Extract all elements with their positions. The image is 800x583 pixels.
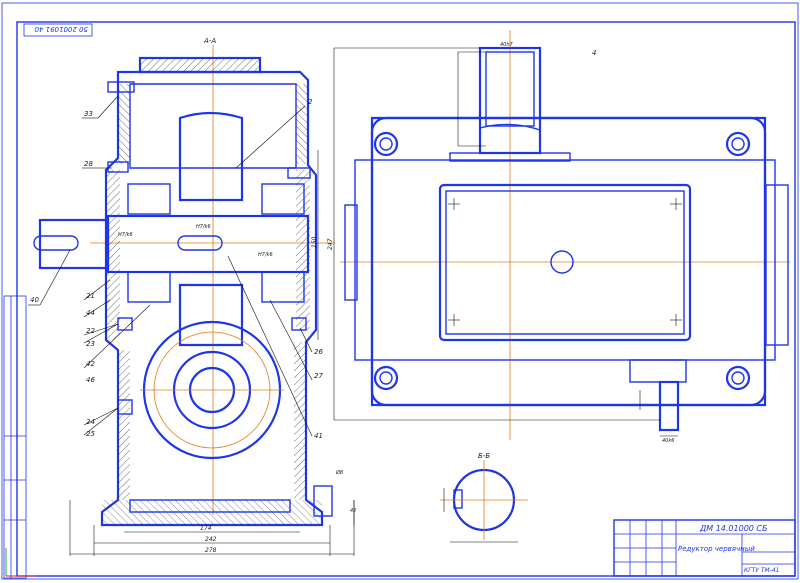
- part-number-24: 24: [86, 418, 95, 426]
- part-number-41: 41: [314, 432, 323, 440]
- part-number-25: 25: [86, 430, 95, 438]
- part-number-46: 46: [86, 376, 95, 384]
- dim-height-main: 247: [327, 238, 334, 250]
- title-name: Редуктор червячный: [678, 545, 755, 553]
- dim-width-3: 278: [205, 547, 217, 554]
- assembly-drawing-sheet: 50 2001091 40 А-А H7/k6 H7/k6 H7/k6 33 2…: [1, 2, 799, 580]
- axis-marker: [5, 548, 36, 577]
- title-block: ДМ 14.01000 СБ Редуктор червячный КГТУ Т…: [613, 519, 796, 577]
- sheet-frame-inner: [16, 21, 796, 577]
- fit-label-1: H7/k6: [118, 232, 133, 238]
- part-number-40: 40: [30, 296, 39, 304]
- dim-shaft-top: 40h7: [500, 42, 514, 48]
- part-number-22: 22: [86, 327, 95, 335]
- part-number-28: 28: [84, 160, 93, 168]
- section-b-view: Б-Б: [440, 452, 528, 543]
- title-code: ДМ 14.01000 СБ: [699, 524, 768, 533]
- part-number-26: 26: [314, 348, 323, 356]
- part-number-27: 27: [314, 372, 323, 380]
- dim-flange: 42: [350, 508, 356, 514]
- part-number-42: 42: [86, 360, 95, 368]
- fit-label-2: H7/k6: [196, 224, 211, 230]
- title-org: КГТУ ТМ-41: [744, 567, 779, 574]
- dim-width-1: 174: [200, 525, 212, 532]
- dim-shaft-bottom: 40k6: [662, 438, 674, 444]
- part-number-23: 23: [86, 340, 95, 348]
- dim-width-2: 242: [205, 536, 217, 543]
- section-label-top: А-А: [203, 37, 216, 45]
- part-number-21: 21: [86, 292, 95, 300]
- dim-height-side: 150: [311, 236, 318, 248]
- doc-code: 50 2001091 40: [34, 25, 88, 33]
- top-view-right: 4 247 150 40h7 40k6: [311, 30, 790, 444]
- side-stamp: [3, 295, 27, 579]
- dim-hole: Ø8: [335, 469, 343, 476]
- fit-label-3: H7/k6: [258, 252, 273, 258]
- section-view-left: А-А H7/k6 H7/k6 H7/k6 33 28 21 44 22 23 …: [28, 37, 356, 556]
- part-number-2: 2: [308, 98, 313, 106]
- part-number-33: 33: [84, 110, 93, 118]
- part-number-44: 44: [86, 309, 95, 317]
- sheet-mark: 4: [592, 49, 596, 57]
- section-label-bottom: Б-Б: [478, 452, 490, 460]
